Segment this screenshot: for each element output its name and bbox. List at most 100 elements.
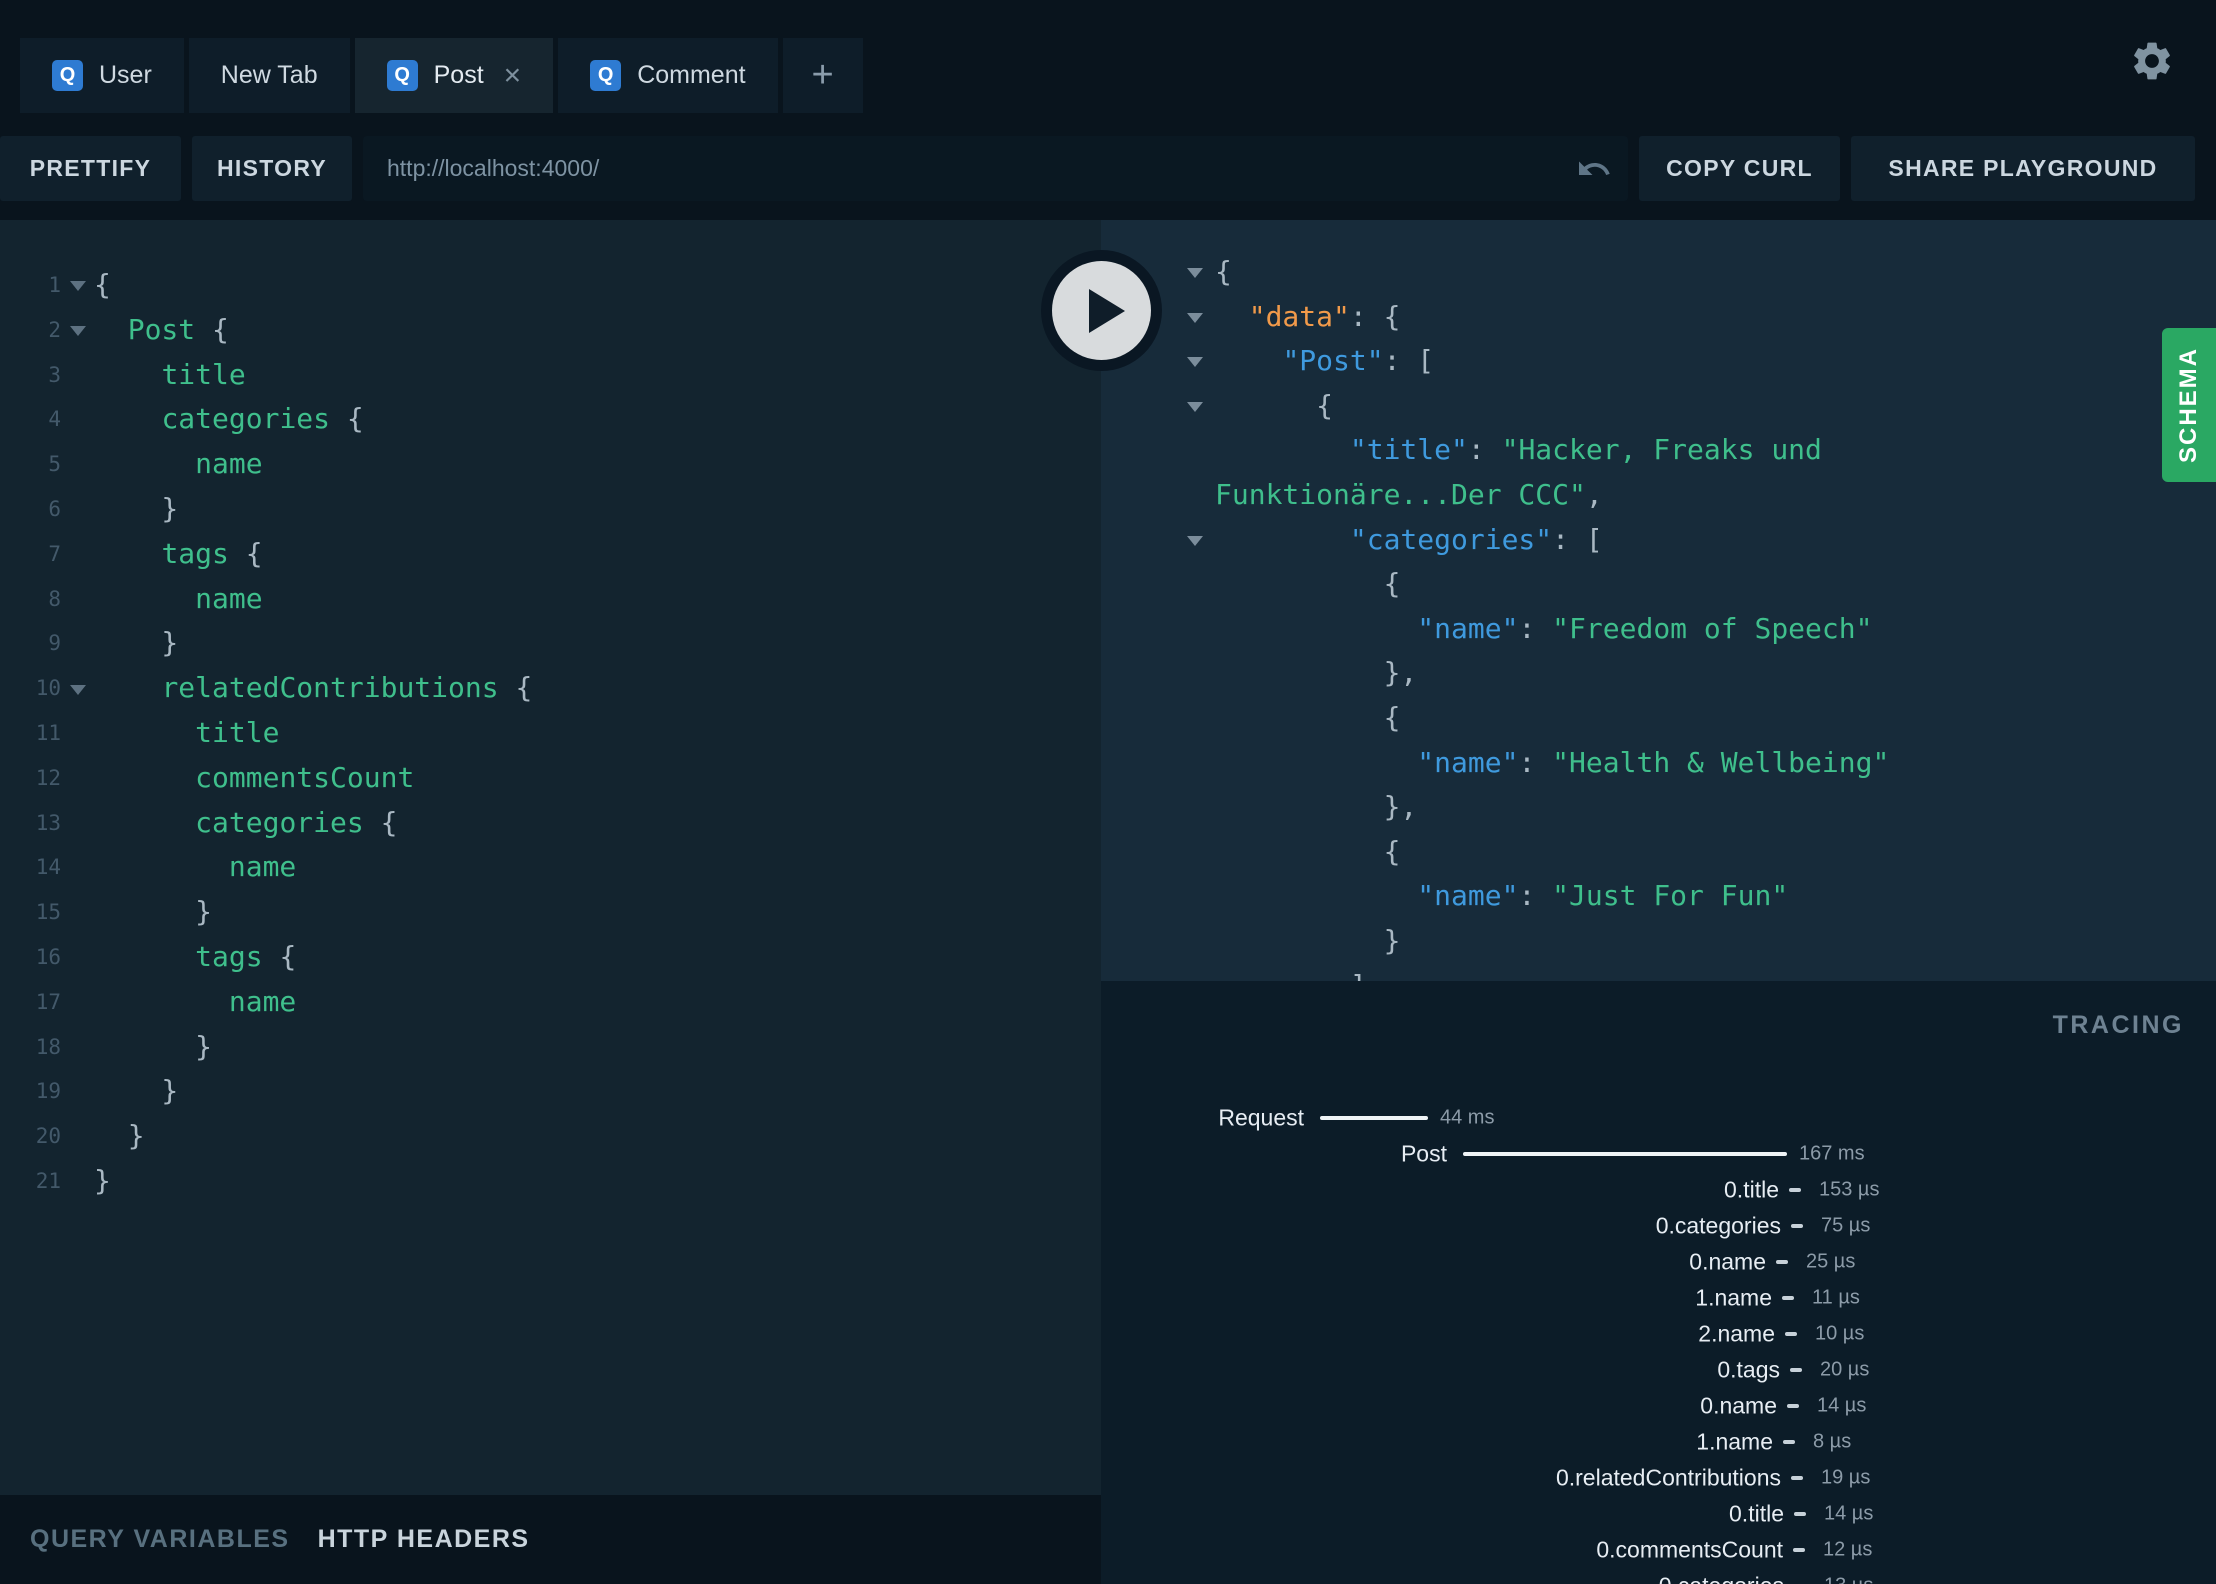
response-line: "title": "Hacker, Freaks und bbox=[1101, 428, 2216, 473]
tracing-label: 0.tags bbox=[1717, 1356, 1780, 1383]
tracing-panel: TRACING Request 44 ms Post 167 ms 0.title 153… bbox=[1101, 981, 2216, 1584]
line-number: 16 bbox=[35, 944, 61, 969]
query-line: 10 relatedContributions { bbox=[0, 666, 1101, 711]
response-line: ] bbox=[1101, 964, 2216, 982]
line-number: 11 bbox=[35, 720, 61, 745]
response-line: { bbox=[1101, 696, 2216, 741]
tracing-row: 1.name 11 µs bbox=[1101, 1280, 2216, 1316]
response-line: }, bbox=[1101, 651, 2216, 696]
tracing-bar bbox=[1320, 1116, 1428, 1120]
settings-button[interactable] bbox=[2129, 38, 2175, 84]
query-code: categories { bbox=[195, 805, 398, 839]
history-button[interactable]: HISTORY bbox=[192, 136, 352, 201]
response-pane: { "data": { "Post": [ { "title": "Hacker… bbox=[1101, 220, 2216, 981]
tracing-title: TRACING bbox=[2052, 1011, 2184, 1039]
line-number: 13 bbox=[35, 810, 61, 835]
line-number: 4 bbox=[48, 407, 61, 432]
tracing-row: 0.name 25 µs bbox=[1101, 1244, 2216, 1280]
query-editor-pane[interactable]: 1{2 Post {3 title 4 categories {5 name 6 }… bbox=[0, 220, 1101, 1495]
tracing-dash-icon bbox=[1789, 1188, 1801, 1192]
tracing-dash-icon bbox=[1794, 1512, 1806, 1516]
close-tab-icon[interactable]: × bbox=[504, 60, 522, 91]
line-number: 1 bbox=[48, 273, 61, 297]
response-line: "name": "Health & Wellbeing" bbox=[1101, 741, 2216, 786]
fold-gutter bbox=[1175, 607, 1215, 652]
tab-comment[interactable]: Q Comment bbox=[558, 38, 778, 113]
tracing-label: 0.title bbox=[1729, 1500, 1784, 1527]
query-line: 1{ bbox=[0, 263, 1101, 308]
query-code: } bbox=[94, 1074, 179, 1108]
graphql-playground-window: Q User New Tab Q Post × Q Comment + PRETTIFY HIS… bbox=[0, 0, 2216, 1584]
fold-arrow-icon[interactable] bbox=[1175, 518, 1215, 563]
line-number: 12 bbox=[35, 765, 61, 790]
fold-gutter bbox=[1175, 964, 1215, 982]
query-code: name bbox=[195, 581, 263, 615]
query-variables-tab[interactable]: QUERY VARIABLES bbox=[30, 1525, 290, 1554]
execute-button[interactable] bbox=[1041, 250, 1162, 371]
tracing-time: 14 µs bbox=[1824, 1502, 1874, 1525]
line-number: 10 bbox=[35, 676, 61, 701]
response-code: { bbox=[1215, 255, 1232, 288]
fold-arrow-icon[interactable] bbox=[1175, 250, 1215, 295]
fold-gutter bbox=[1175, 696, 1215, 741]
reload-icon[interactable] bbox=[1576, 151, 1612, 187]
response-code: { bbox=[1215, 700, 1401, 734]
tracing-row: 0.commentsCount 12 µs bbox=[1101, 1532, 2216, 1568]
tab-label: User bbox=[99, 61, 152, 89]
query-line: 18 } bbox=[0, 1025, 1101, 1070]
query-type-icon: Q bbox=[590, 60, 622, 91]
http-headers-tab[interactable]: HTTP HEADERS bbox=[318, 1525, 530, 1554]
tracing-label: 0.categories bbox=[1655, 1212, 1781, 1239]
line-number: 15 bbox=[35, 900, 61, 925]
fold-gutter bbox=[61, 711, 94, 756]
tracing-dash-icon bbox=[1791, 1224, 1803, 1228]
tracing-time: 75 µs bbox=[1821, 1214, 1871, 1237]
tracing-time: 8 µs bbox=[1813, 1430, 1852, 1453]
tracing-label: Post bbox=[1400, 1140, 1447, 1167]
response-line: "name": "Freedom of Speech" bbox=[1101, 607, 2216, 652]
response-code: "name": "Freedom of Speech" bbox=[1417, 611, 1873, 645]
tracing-time: 10 µs bbox=[1815, 1322, 1865, 1345]
tracing-row: 0.title 14 µs bbox=[1101, 1496, 2216, 1532]
url-input[interactable] bbox=[363, 136, 1628, 201]
share-playground-button[interactable]: SHARE PLAYGROUND bbox=[1851, 136, 2195, 201]
tracing-time: 20 µs bbox=[1820, 1358, 1870, 1381]
line-number: 18 bbox=[35, 1034, 61, 1059]
line-number: 9 bbox=[48, 631, 61, 656]
copy-curl-button[interactable]: COPY CURL bbox=[1639, 136, 1840, 201]
response-code: { bbox=[1215, 388, 1334, 422]
line-number: 3 bbox=[48, 362, 61, 387]
response-code: { bbox=[1215, 834, 1401, 868]
fold-arrow-icon[interactable] bbox=[1175, 295, 1215, 340]
fold-arrow-icon[interactable] bbox=[1175, 339, 1215, 384]
line-number: 19 bbox=[35, 1079, 61, 1104]
fold-gutter bbox=[1175, 830, 1215, 875]
schema-tab-button[interactable]: SCHEMA bbox=[2162, 328, 2216, 482]
tab-new-tab[interactable]: New Tab bbox=[188, 38, 350, 113]
fold-arrow-icon[interactable] bbox=[61, 308, 94, 353]
response-code: Funktionäre...Der CCC", bbox=[1215, 477, 1603, 511]
tracing-dash-icon bbox=[1790, 1368, 1802, 1372]
fold-arrow-icon[interactable] bbox=[61, 666, 94, 711]
tracing-row: 0.title 153 µs bbox=[1101, 1172, 2216, 1208]
tab-user[interactable]: Q User bbox=[20, 38, 184, 113]
tracing-time: 44 ms bbox=[1440, 1106, 1495, 1129]
query-line: 12 commentsCount bbox=[0, 756, 1101, 801]
fold-arrow-icon[interactable] bbox=[1175, 384, 1215, 429]
response-line: }, bbox=[1101, 785, 2216, 830]
response-code: }, bbox=[1215, 656, 1418, 690]
tracing-dash-icon bbox=[1791, 1476, 1803, 1480]
prettify-button[interactable]: PRETTIFY bbox=[0, 136, 181, 201]
response-code: } bbox=[1215, 923, 1401, 957]
new-tab-button[interactable]: + bbox=[782, 38, 863, 113]
url-field bbox=[363, 136, 1628, 201]
query-line: 11 title bbox=[0, 711, 1101, 756]
tracing-dash-icon bbox=[1782, 1296, 1794, 1300]
query-line: 6 } bbox=[0, 487, 1101, 532]
tracing-label: Request bbox=[1218, 1104, 1304, 1131]
tab-post[interactable]: Q Post × bbox=[354, 38, 554, 113]
response-line: "Post": [ bbox=[1101, 339, 2216, 384]
tracing-time: 12 µs bbox=[1823, 1538, 1873, 1561]
tracing-time: 153 µs bbox=[1819, 1178, 1880, 1201]
fold-arrow-icon[interactable] bbox=[61, 263, 94, 308]
